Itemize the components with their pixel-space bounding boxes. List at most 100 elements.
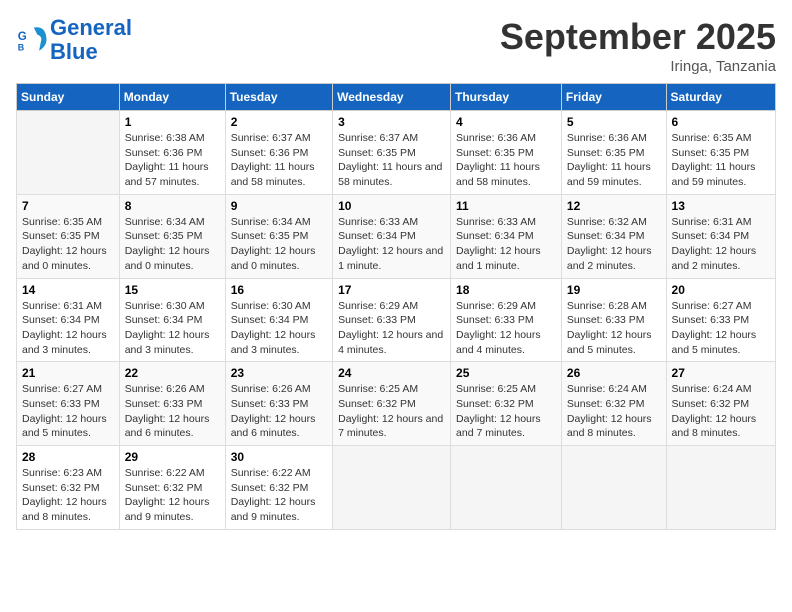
calendar-cell bbox=[561, 446, 666, 530]
calendar-cell: 6Sunrise: 6:35 AMSunset: 6:35 PMDaylight… bbox=[666, 111, 775, 195]
calendar-cell: 28 Sunrise: 6:23 AMSunset: 6:32 PMDayligh… bbox=[17, 446, 120, 530]
day-number: 6 bbox=[672, 115, 770, 129]
calendar-cell: 25 Sunrise: 6:25 AMSunset: 6:32 PMDayligh… bbox=[451, 362, 562, 446]
calendar-cell: 14Sunrise: 6:31 AMSunset: 6:34 PMDayligh… bbox=[17, 278, 120, 362]
logo-text: GeneralBlue bbox=[50, 16, 132, 64]
week-row-2: 7Sunrise: 6:35 AMSunset: 6:35 PMDaylight… bbox=[17, 194, 776, 278]
calendar-cell: 27 Sunrise: 6:24 AMSunset: 6:32 PMDayligh… bbox=[666, 362, 775, 446]
calendar-cell: 23 Sunrise: 6:26 AMSunset: 6:33 PMDayligh… bbox=[225, 362, 332, 446]
month-title: September 2025 bbox=[500, 16, 776, 58]
day-info: Sunrise: 6:38 AMSunset: 6:36 PMDaylight:… bbox=[125, 131, 220, 190]
day-info: Sunrise: 6:37 AMSunset: 6:35 PMDaylight:… bbox=[338, 131, 445, 190]
svg-text:B: B bbox=[18, 43, 24, 53]
day-number: 17 bbox=[338, 283, 445, 297]
day-number: 19 bbox=[567, 283, 661, 297]
week-row-4: 21Sunrise: 6:27 AMSunset: 6:33 PMDayligh… bbox=[17, 362, 776, 446]
day-info: Sunrise: 6:34 AMSunset: 6:35 PMDaylight:… bbox=[125, 215, 220, 274]
calendar-cell: 20Sunrise: 6:27 AMSunset: 6:33 PMDayligh… bbox=[666, 278, 775, 362]
day-header-monday: Monday bbox=[119, 84, 225, 111]
calendar-cell: 2 Sunrise: 6:37 AMSunset: 6:36 PMDaylight… bbox=[225, 111, 332, 195]
day-number: 20 bbox=[672, 283, 770, 297]
week-row-5: 28 Sunrise: 6:23 AMSunset: 6:32 PMDayligh… bbox=[17, 446, 776, 530]
calendar-cell: 1 Sunrise: 6:38 AMSunset: 6:36 PMDaylight… bbox=[119, 111, 225, 195]
day-number: 25 bbox=[456, 366, 556, 380]
calendar-cell: 7Sunrise: 6:35 AMSunset: 6:35 PMDaylight… bbox=[17, 194, 120, 278]
day-number: 10 bbox=[338, 199, 445, 213]
page-header: G B GeneralBlue September 2025 Iringa, T… bbox=[16, 16, 776, 75]
calendar-cell: 22 Sunrise: 6:26 AMSunset: 6:33 PMDayligh… bbox=[119, 362, 225, 446]
day-info: Sunrise: 6:25 AMSunset: 6:32 PMDaylight:… bbox=[338, 382, 445, 441]
day-header-sunday: Sunday bbox=[17, 84, 120, 111]
day-info: Sunrise: 6:26 AMSunset: 6:33 PMDaylight:… bbox=[125, 382, 220, 441]
day-number: 13 bbox=[672, 199, 770, 213]
day-info: Sunrise: 6:31 AMSunset: 6:34 PMDaylight:… bbox=[672, 215, 770, 274]
calendar-cell: 26 Sunrise: 6:24 AMSunset: 6:32 PMDayligh… bbox=[561, 362, 666, 446]
calendar-cell: 30 Sunrise: 6:22 AMSunset: 6:32 PMDayligh… bbox=[225, 446, 332, 530]
day-header-saturday: Saturday bbox=[666, 84, 775, 111]
day-info: Sunrise: 6:36 AMSunset: 6:35 PMDaylight:… bbox=[456, 131, 556, 190]
day-header-thursday: Thursday bbox=[451, 84, 562, 111]
week-row-1: 1 Sunrise: 6:38 AMSunset: 6:36 PMDaylight… bbox=[17, 111, 776, 195]
day-info: Sunrise: 6:28 AMSunset: 6:33 PMDaylight:… bbox=[567, 299, 661, 358]
calendar-cell bbox=[451, 446, 562, 530]
day-number: 9 bbox=[231, 199, 327, 213]
header-row: SundayMondayTuesdayWednesdayThursdayFrid… bbox=[17, 84, 776, 111]
week-row-3: 14Sunrise: 6:31 AMSunset: 6:34 PMDayligh… bbox=[17, 278, 776, 362]
day-header-tuesday: Tuesday bbox=[225, 84, 332, 111]
day-info: Sunrise: 6:26 AMSunset: 6:33 PMDaylight:… bbox=[231, 382, 327, 441]
logo: G B GeneralBlue bbox=[16, 16, 132, 64]
day-number: 18 bbox=[456, 283, 556, 297]
day-header-friday: Friday bbox=[561, 84, 666, 111]
day-info: Sunrise: 6:36 AMSunset: 6:35 PMDaylight:… bbox=[567, 131, 661, 190]
day-info: Sunrise: 6:37 AMSunset: 6:36 PMDaylight:… bbox=[231, 131, 327, 190]
calendar-cell: 10 Sunrise: 6:33 AMSunset: 6:34 PMDayligh… bbox=[333, 194, 451, 278]
day-info: Sunrise: 6:34 AMSunset: 6:35 PMDaylight:… bbox=[231, 215, 327, 274]
day-number: 4 bbox=[456, 115, 556, 129]
day-number: 8 bbox=[125, 199, 220, 213]
day-info: Sunrise: 6:29 AMSunset: 6:33 PMDaylight:… bbox=[456, 299, 556, 358]
calendar-cell bbox=[333, 446, 451, 530]
day-info: Sunrise: 6:23 AMSunset: 6:32 PMDaylight:… bbox=[22, 466, 114, 525]
day-info: Sunrise: 6:22 AMSunset: 6:32 PMDaylight:… bbox=[231, 466, 327, 525]
day-number: 7 bbox=[22, 199, 114, 213]
calendar-cell: 17 Sunrise: 6:29 AMSunset: 6:33 PMDayligh… bbox=[333, 278, 451, 362]
calendar-cell: 18 Sunrise: 6:29 AMSunset: 6:33 PMDayligh… bbox=[451, 278, 562, 362]
day-info: Sunrise: 6:24 AMSunset: 6:32 PMDaylight:… bbox=[567, 382, 661, 441]
calendar-cell: 5 Sunrise: 6:36 AMSunset: 6:35 PMDaylight… bbox=[561, 111, 666, 195]
day-info: Sunrise: 6:30 AMSunset: 6:34 PMDaylight:… bbox=[231, 299, 327, 358]
day-info: Sunrise: 6:33 AMSunset: 6:34 PMDaylight:… bbox=[456, 215, 556, 274]
day-number: 28 bbox=[22, 450, 114, 464]
day-number: 27 bbox=[672, 366, 770, 380]
day-number: 1 bbox=[125, 115, 220, 129]
day-number: 11 bbox=[456, 199, 556, 213]
calendar-cell: 4 Sunrise: 6:36 AMSunset: 6:35 PMDaylight… bbox=[451, 111, 562, 195]
calendar-cell: 15 Sunrise: 6:30 AMSunset: 6:34 PMDayligh… bbox=[119, 278, 225, 362]
day-info: Sunrise: 6:24 AMSunset: 6:32 PMDaylight:… bbox=[672, 382, 770, 441]
calendar-cell: 8 Sunrise: 6:34 AMSunset: 6:35 PMDaylight… bbox=[119, 194, 225, 278]
day-number: 22 bbox=[125, 366, 220, 380]
day-number: 29 bbox=[125, 450, 220, 464]
calendar-cell: 19 Sunrise: 6:28 AMSunset: 6:33 PMDayligh… bbox=[561, 278, 666, 362]
day-number: 16 bbox=[231, 283, 327, 297]
day-info: Sunrise: 6:29 AMSunset: 6:33 PMDaylight:… bbox=[338, 299, 445, 358]
calendar-cell: 29Sunrise: 6:22 AMSunset: 6:32 PMDayligh… bbox=[119, 446, 225, 530]
day-number: 12 bbox=[567, 199, 661, 213]
day-info: Sunrise: 6:25 AMSunset: 6:32 PMDaylight:… bbox=[456, 382, 556, 441]
title-block: September 2025 Iringa, Tanzania bbox=[500, 16, 776, 75]
day-info: Sunrise: 6:33 AMSunset: 6:34 PMDaylight:… bbox=[338, 215, 445, 274]
day-number: 30 bbox=[231, 450, 327, 464]
calendar-cell: 16 Sunrise: 6:30 AMSunset: 6:34 PMDayligh… bbox=[225, 278, 332, 362]
day-number: 2 bbox=[231, 115, 327, 129]
day-info: Sunrise: 6:30 AMSunset: 6:34 PMDaylight:… bbox=[125, 299, 220, 358]
day-number: 26 bbox=[567, 366, 661, 380]
day-number: 5 bbox=[567, 115, 661, 129]
calendar-cell: 9 Sunrise: 6:34 AMSunset: 6:35 PMDaylight… bbox=[225, 194, 332, 278]
day-number: 21 bbox=[22, 366, 114, 380]
day-number: 23 bbox=[231, 366, 327, 380]
calendar-cell: 21Sunrise: 6:27 AMSunset: 6:33 PMDayligh… bbox=[17, 362, 120, 446]
day-number: 15 bbox=[125, 283, 220, 297]
calendar-cell bbox=[17, 111, 120, 195]
calendar-cell bbox=[666, 446, 775, 530]
day-number: 14 bbox=[22, 283, 114, 297]
calendar-cell: 3Sunrise: 6:37 AMSunset: 6:35 PMDaylight… bbox=[333, 111, 451, 195]
